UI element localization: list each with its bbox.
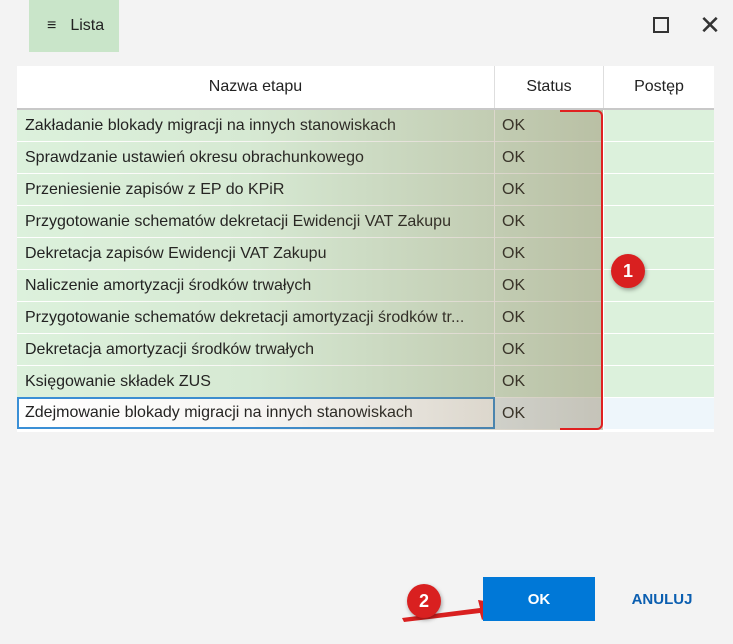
cancel-button[interactable]: ANULUJ [615, 577, 709, 621]
stage-status-cell: OK [495, 110, 604, 141]
stage-progress-cell [604, 398, 714, 429]
stage-status-cell: OK [495, 142, 604, 173]
ok-button[interactable]: OK [483, 577, 595, 621]
stage-name-cell: Księgowanie składek ZUS [17, 366, 495, 397]
table-row[interactable]: Dekretacja amortyzacji środków trwałych O… [17, 334, 714, 366]
stage-name-cell: Przeniesienie zapisów z EP do KPiR [17, 174, 495, 205]
maximize-icon [653, 17, 669, 33]
stage-status-cell: OK [495, 174, 604, 205]
grid-header: Nazwa etapu Status Postęp [17, 66, 714, 110]
column-header-name[interactable]: Nazwa etapu [17, 66, 495, 108]
stage-name-cell: Przygotowanie schematów dekretacji amort… [17, 302, 495, 333]
table-row[interactable]: Zakładanie blokady migracji na innych st… [17, 110, 714, 142]
table-row[interactable]: Sprawdzanie ustawień okresu obrachunkowe… [17, 142, 714, 174]
stage-name-cell: Dekretacja amortyzacji środków trwałych [17, 334, 495, 365]
annotation-badge-1: 1 [611, 254, 645, 288]
table-row[interactable]: Zdejmowanie blokady migracji na innych s… [17, 397, 714, 430]
stage-status-cell: OK [495, 398, 604, 429]
annotation-badge-2: 2 [407, 584, 441, 618]
close-button[interactable]: ✕ [699, 10, 721, 40]
table-row[interactable]: Przygotowanie schematów dekretacji amort… [17, 302, 714, 334]
stage-progress-cell [604, 206, 714, 237]
stage-progress-cell [604, 366, 714, 397]
stage-name-cell: Sprawdzanie ustawień okresu obrachunkowe… [17, 142, 495, 173]
table-row[interactable]: Dekretacja zapisów Ewidencji VAT Zakupu O… [17, 238, 714, 270]
table-row[interactable]: Przeniesienie zapisów z EP do KPiR OK [17, 174, 714, 206]
stage-status-cell: OK [495, 302, 604, 333]
stage-name-cell: Zdejmowanie blokady migracji na innych s… [17, 397, 495, 429]
maximize-button[interactable] [650, 14, 672, 36]
stage-progress-cell [604, 174, 714, 205]
stage-status-cell: OK [495, 334, 604, 365]
stage-name-cell: Zakładanie blokady migracji na innych st… [17, 110, 495, 141]
stage-status-cell: OK [495, 206, 604, 237]
stage-status-cell: OK [495, 366, 604, 397]
menu-tab-lista[interactable]: ≡ Lista [29, 0, 119, 52]
stage-progress-cell [604, 302, 714, 333]
column-header-progress[interactable]: Postęp [604, 66, 714, 108]
column-header-status[interactable]: Status [495, 66, 604, 108]
table-row[interactable]: Naliczenie amortyzacji środków trwałych O… [17, 270, 714, 302]
stage-progress-cell [604, 142, 714, 173]
stage-status-cell: OK [495, 238, 604, 269]
stage-name-cell: Dekretacja zapisów Ewidencji VAT Zakupu [17, 238, 495, 269]
stage-name-cell: Naliczenie amortyzacji środków trwałych [17, 270, 495, 301]
stage-status-cell: OK [495, 270, 604, 301]
stages-grid: Nazwa etapu Status Postęp Zakładanie blo… [17, 66, 714, 432]
menu-tab-label: Lista [70, 17, 105, 34]
close-icon: ✕ [699, 10, 721, 40]
table-row[interactable]: Księgowanie składek ZUS OK [17, 366, 714, 398]
table-row[interactable]: Przygotowanie schematów dekretacji Ewide… [17, 206, 714, 238]
hamburger-icon: ≡ [47, 17, 57, 34]
stage-progress-cell [604, 334, 714, 365]
title-bar: ≡ Lista ✕ [0, 0, 733, 52]
stage-name-cell: Przygotowanie schematów dekretacji Ewide… [17, 206, 495, 237]
stage-progress-cell [604, 110, 714, 141]
